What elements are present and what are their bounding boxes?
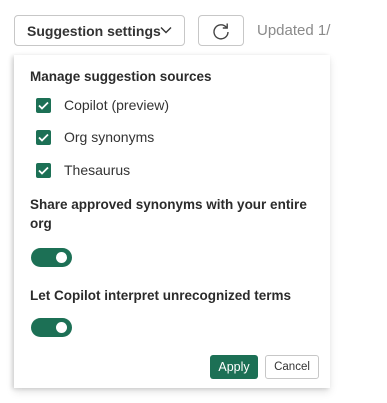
toggle-knob — [56, 322, 67, 333]
copilot-interpret-toggle[interactable] — [31, 318, 72, 337]
checkbox-label: Thesaurus — [64, 162, 131, 178]
chevron-down-icon — [160, 27, 172, 34]
apply-button[interactable]: Apply — [210, 355, 258, 379]
checkbox-box[interactable] — [36, 97, 51, 113]
checkbox-label: Org synonyms — [64, 129, 155, 145]
stage: Suggestion settings Updated 1/ Manage su… — [0, 0, 387, 403]
copilot-interpret-heading: Let Copilot interpret unrecognized terms — [30, 288, 292, 303]
suggestion-settings-button[interactable]: Suggestion settings — [14, 15, 185, 46]
checkmark-icon — [38, 166, 49, 175]
checkmark-icon — [38, 101, 49, 110]
cancel-button[interactable]: Cancel — [265, 355, 319, 379]
suggestion-settings-label: Suggestion settings — [27, 22, 161, 39]
checkbox-label: Copilot (preview) — [64, 97, 170, 113]
share-synonyms-heading: Share approved synonyms with your entire… — [30, 197, 307, 231]
sources-heading: Manage suggestion sources — [30, 69, 212, 84]
checkmark-icon — [38, 133, 49, 142]
suggestion-settings-panel: Manage suggestion sources Copilot (previ… — [14, 55, 330, 388]
refresh-button[interactable] — [198, 15, 244, 46]
share-synonyms-toggle[interactable] — [31, 248, 72, 267]
refresh-icon — [213, 23, 229, 40]
checkbox-box[interactable] — [36, 129, 51, 145]
checkbox-org-synonyms[interactable]: Org synonyms — [36, 128, 154, 146]
toggle-knob — [56, 252, 67, 263]
updated-timestamp: Updated 1/ — [257, 22, 331, 39]
checkbox-copilot[interactable]: Copilot (preview) — [36, 96, 169, 114]
checkbox-thesaurus[interactable]: Thesaurus — [36, 161, 130, 179]
checkbox-box[interactable] — [36, 162, 51, 178]
